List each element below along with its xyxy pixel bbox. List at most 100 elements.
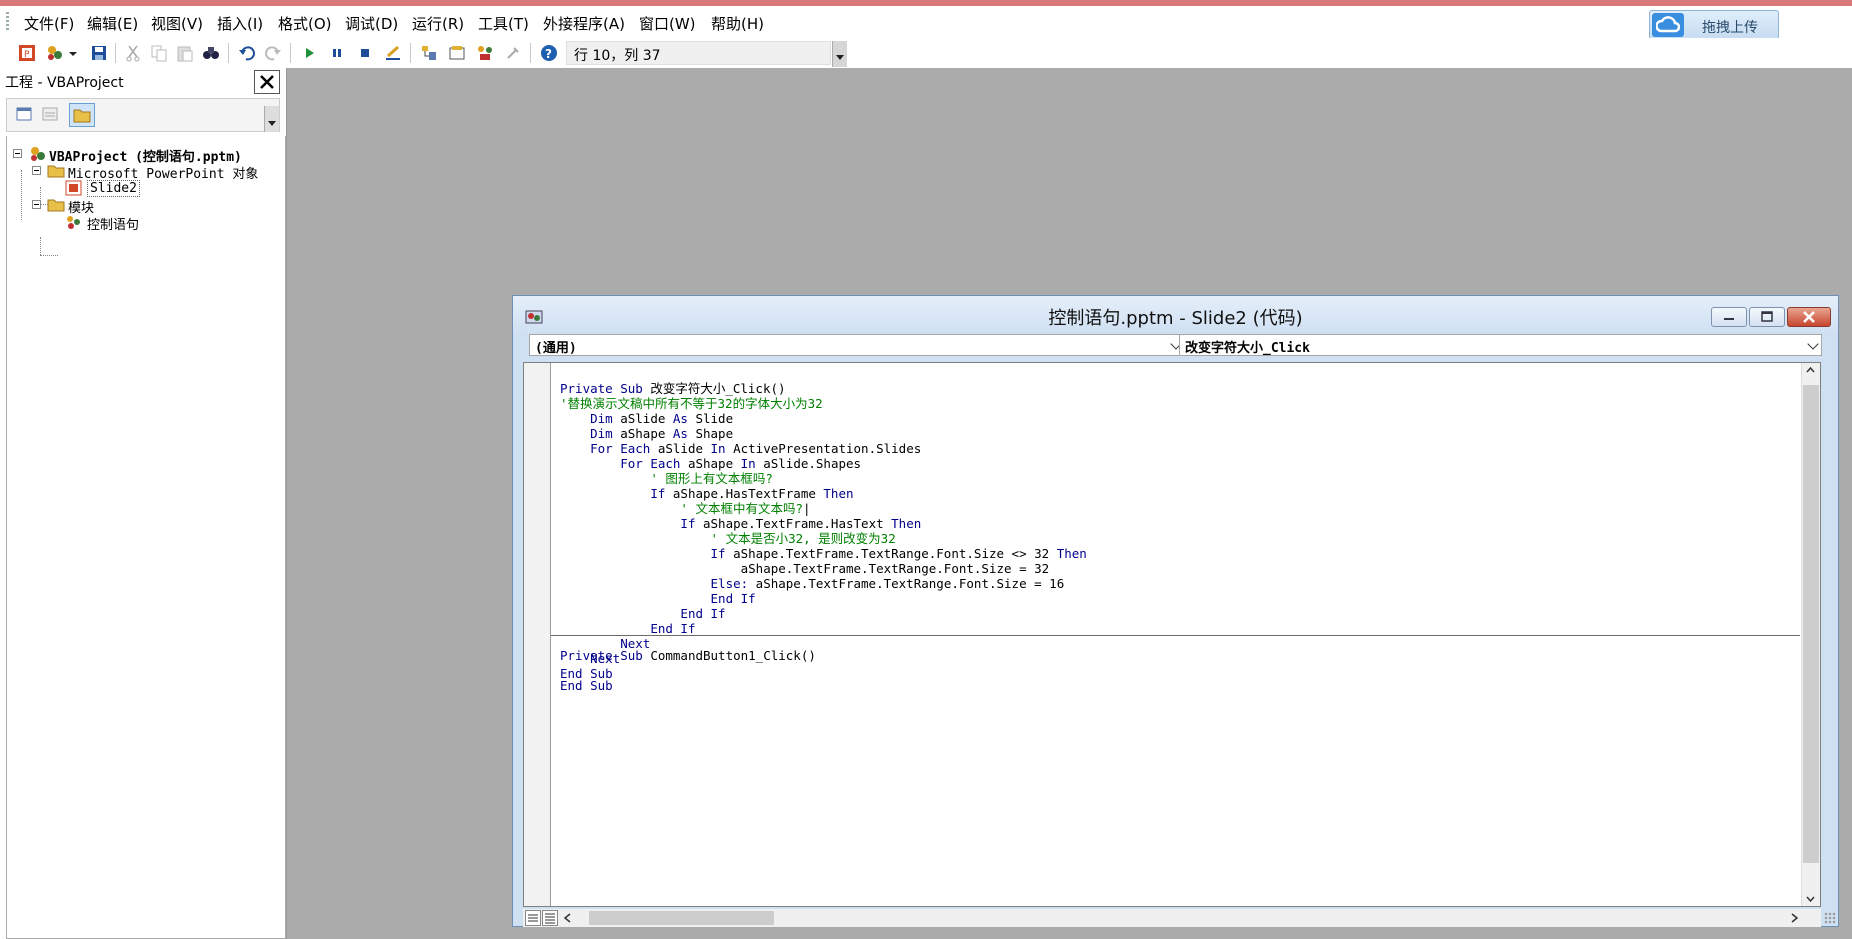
run-icon[interactable]: [300, 44, 318, 62]
paste-icon[interactable]: [176, 44, 194, 62]
close-icon: [260, 75, 274, 89]
code-keyword: In: [710, 441, 734, 456]
menu-debug[interactable]: 调试(D): [345, 13, 398, 34]
standard-toolbar: P ?: [0, 38, 1852, 68]
code-line[interactable]: For Each aSlide In ActivePresentation.Sl…: [560, 441, 1087, 456]
toggle-folders-icon[interactable]: [69, 103, 95, 127]
code-keyword: Private Sub: [560, 381, 651, 396]
menu-addins[interactable]: 外接程序(A): [543, 13, 625, 34]
code-line[interactable]: ' 图形上有文本框吗?: [560, 471, 1087, 486]
break-icon[interactable]: [328, 44, 346, 62]
code-line[interactable]: End If: [560, 621, 1087, 636]
code-line[interactable]: ' 文本框中有文本吗?|: [560, 501, 1087, 516]
code-keyword: Dim: [590, 426, 621, 441]
properties-window-icon[interactable]: [448, 44, 466, 62]
menu-view[interactable]: 视图(V): [151, 13, 203, 34]
design-mode-icon[interactable]: [384, 44, 402, 62]
cursor-position-display: 行 10，列 37: [566, 41, 831, 65]
tree-item-module-control[interactable]: 控制语句: [87, 214, 139, 233]
code-line[interactable]: For Each aShape In aSlide.Shapes: [560, 456, 1087, 471]
full-module-view-button[interactable]: [542, 910, 558, 926]
code-procedure-1[interactable]: Private Sub 改变字符大小_Click() '替换演示文稿中所有不等于3…: [560, 381, 1087, 681]
reset-icon[interactable]: [356, 44, 374, 62]
resize-grip-icon[interactable]: [1824, 912, 1836, 924]
code-line[interactable]: If aShape.TextFrame.HasText Then: [560, 516, 1087, 531]
code-editor[interactable]: Private Sub 改变字符大小_Click() '替换演示文稿中所有不等于3…: [523, 362, 1821, 907]
cut-icon[interactable]: [124, 44, 142, 62]
project-explorer-close-button[interactable]: [254, 70, 280, 94]
object-browser-icon[interactable]: [476, 44, 494, 62]
code-keyword: End If: [680, 606, 726, 621]
tree-connector: [40, 237, 41, 255]
save-icon[interactable]: [90, 44, 108, 62]
folder-icon: [47, 197, 65, 213]
code-line[interactable]: [560, 663, 816, 678]
code-line[interactable]: Private Sub CommandButton1_Click(): [560, 648, 816, 663]
close-button[interactable]: [1787, 307, 1831, 327]
code-line[interactable]: '替换演示文稿中所有不等于32的字体大小为32: [560, 396, 1087, 411]
module-icon: [65, 214, 83, 230]
menu-window[interactable]: 窗口(W): [639, 13, 696, 34]
view-powerpoint-icon[interactable]: P: [18, 44, 36, 62]
code-line[interactable]: Dim aSlide As Slide: [560, 411, 1087, 426]
procedure-view-button[interactable]: [525, 910, 541, 926]
code-line[interactable]: Else: aShape.TextFrame.TextRange.Font.Si…: [560, 576, 1087, 591]
code-procedure-2[interactable]: Private Sub CommandButton1_Click() End S…: [560, 648, 816, 693]
menu-format[interactable]: 格式(O): [278, 13, 332, 34]
code-line[interactable]: If aShape.HasTextFrame Then: [560, 486, 1087, 501]
project-toolbar-dropdown-arrow[interactable]: [264, 106, 279, 132]
toolbox-icon[interactable]: [504, 44, 522, 62]
scroll-up-arrow-icon: [1806, 366, 1815, 373]
code-line[interactable]: End If: [560, 606, 1087, 621]
code-line[interactable]: End If: [560, 591, 1087, 606]
undo-icon[interactable]: [238, 44, 256, 62]
collapse-vbaproject-toggle[interactable]: [13, 149, 22, 158]
maximize-button[interactable]: [1749, 307, 1785, 327]
code-line[interactable]: If aShape.TextFrame.TextRange.Font.Size …: [560, 546, 1087, 561]
code-line[interactable]: ' 文本是否小32, 是则改变为32: [560, 531, 1087, 546]
full-module-view-icon: [545, 913, 555, 924]
drag-upload-button[interactable]: 拖拽上传: [1649, 10, 1779, 40]
object-combo[interactable]: (通用): [529, 334, 1185, 356]
menu-run[interactable]: 运行(R): [412, 13, 464, 34]
code-line[interactable]: Dim aShape As Shape: [560, 426, 1087, 441]
code-line[interactable]: Private Sub 改变字符大小_Click(): [560, 381, 1087, 396]
vertical-scroll-thumb[interactable]: [1803, 385, 1819, 863]
tree-item-slide2[interactable]: Slide2: [87, 180, 140, 197]
toolbar-overflow-arrow[interactable]: [832, 41, 847, 67]
code-window-titlebar[interactable]: 控制语句.pptm - Slide2 (代码): [513, 296, 1838, 332]
collapse-objects-toggle[interactable]: [32, 166, 41, 175]
copy-icon[interactable]: [150, 44, 168, 62]
insert-userform-icon[interactable]: [46, 44, 64, 62]
menu-tools[interactable]: 工具(T): [478, 13, 529, 34]
menu-edit[interactable]: 编辑(E): [87, 13, 138, 34]
code-line[interactable]: aShape.TextFrame.TextRange.Font.Size = 3…: [560, 561, 1087, 576]
code-line[interactable]: End Sub: [560, 678, 816, 693]
vertical-scrollbar[interactable]: [1801, 363, 1820, 906]
menu-help[interactable]: 帮助(H): [711, 13, 764, 34]
menu-file[interactable]: 文件(F): [24, 13, 74, 34]
code-token: aShape.TextFrame.TextRange.Font.Size = 1…: [755, 576, 1065, 591]
view-object-icon[interactable]: [41, 105, 61, 125]
find-icon[interactable]: [202, 44, 220, 62]
minimize-button[interactable]: [1711, 307, 1747, 327]
procedure-combo[interactable]: 改变字符大小_Click: [1179, 334, 1822, 356]
margin-indicator-bar[interactable]: [524, 363, 551, 906]
code-keyword: Dim: [590, 411, 621, 426]
project-explorer-icon[interactable]: [420, 44, 438, 62]
collapse-modules-toggle[interactable]: [32, 200, 41, 209]
redo-icon[interactable]: [264, 44, 282, 62]
svg-text:?: ?: [545, 47, 552, 61]
help-icon[interactable]: ?: [540, 44, 558, 62]
code-keyword: If: [710, 546, 734, 561]
menu-insert[interactable]: 插入(I): [217, 13, 263, 34]
insert-dropdown-arrow-icon[interactable]: [68, 44, 78, 62]
horizontal-scroll-thumb[interactable]: [589, 911, 774, 925]
code-token: |: [803, 501, 811, 516]
view-code-icon[interactable]: [15, 105, 35, 125]
